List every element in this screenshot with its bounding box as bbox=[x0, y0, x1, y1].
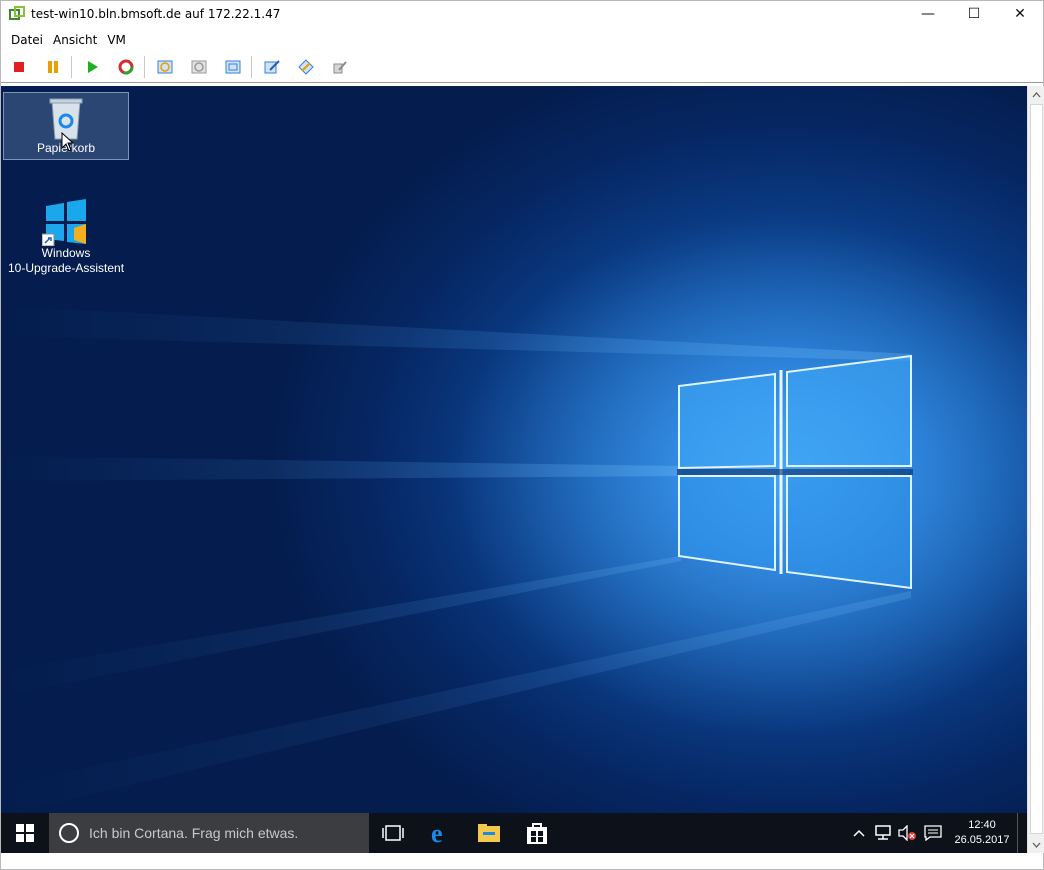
cortana-search-box[interactable]: Ich bin Cortana. Frag mich etwas. bbox=[49, 813, 369, 853]
vm-app-icon bbox=[9, 6, 25, 20]
folder-icon bbox=[478, 824, 500, 842]
minimize-button[interactable]: — bbox=[905, 1, 951, 27]
arrow-up-icon bbox=[1032, 91, 1041, 97]
svg-text:e: e bbox=[431, 821, 443, 845]
chevron-up-icon bbox=[853, 829, 865, 837]
volume-muted-icon bbox=[898, 825, 916, 841]
taskbar-edge-button[interactable]: e bbox=[417, 813, 465, 853]
network-icon bbox=[875, 825, 891, 840]
edit-settings-button[interactable] bbox=[260, 55, 284, 79]
store-icon bbox=[527, 823, 547, 844]
take-snapshot-button[interactable] bbox=[153, 55, 177, 79]
edge-icon: e bbox=[431, 821, 443, 845]
title-bar[interactable]: test-win10.bln.bmsoft.de auf 172.22.1.47… bbox=[1, 1, 1043, 27]
snapshot-manager-button[interactable] bbox=[221, 55, 245, 79]
clock-time: 12:40 bbox=[968, 819, 996, 831]
window-controls: — ☐ ✕ bbox=[905, 1, 1043, 27]
close-icon: ✕ bbox=[1014, 6, 1026, 22]
show-desktop-button[interactable] bbox=[1017, 813, 1027, 853]
reset-button[interactable] bbox=[114, 55, 138, 79]
system-tray: 12:40 26.05.2017 bbox=[847, 813, 1027, 853]
window-title: test-win10.bln.bmsoft.de auf 172.22.1.47 bbox=[31, 7, 281, 21]
menu-ansicht[interactable]: Ansicht bbox=[53, 33, 97, 47]
scroll-thumb[interactable] bbox=[1030, 104, 1043, 834]
mouse-cursor-icon bbox=[61, 132, 75, 152]
show-hidden-icons-button[interactable] bbox=[847, 813, 871, 853]
power-on-button[interactable] bbox=[80, 55, 104, 79]
desktop-wallpaper bbox=[1, 216, 1027, 816]
windows-upgrade-icon bbox=[42, 199, 86, 246]
task-view-button[interactable] bbox=[369, 813, 417, 853]
install-tools-icon bbox=[298, 59, 314, 75]
maximize-icon: ☐ bbox=[967, 6, 981, 22]
windows-logo-icon bbox=[16, 824, 34, 842]
power-off-button[interactable] bbox=[7, 55, 31, 79]
revert-snapshot-button[interactable] bbox=[187, 55, 211, 79]
vm-guest-display[interactable]: Papierkorb Windows 10-Upgrade-Assistent bbox=[1, 86, 1027, 853]
edit-settings-icon bbox=[264, 60, 280, 74]
snapshot-manager-icon bbox=[225, 60, 241, 74]
menu-bar: Datei Ansicht VM bbox=[1, 31, 126, 49]
menu-datei[interactable]: Datei bbox=[11, 33, 43, 47]
cortana-placeholder: Ich bin Cortana. Frag mich etwas. bbox=[89, 825, 299, 841]
scroll-up-button[interactable] bbox=[1028, 86, 1044, 103]
toolbar-separator bbox=[144, 56, 145, 78]
action-center-button[interactable] bbox=[919, 813, 947, 853]
taskbar-clock[interactable]: 12:40 26.05.2017 bbox=[947, 818, 1017, 848]
upgrade-assistant-label-line2: 10-Upgrade-Assistent bbox=[7, 261, 125, 275]
install-tools-button[interactable] bbox=[294, 55, 318, 79]
arrow-down-icon bbox=[1032, 842, 1041, 848]
stop-icon bbox=[14, 62, 24, 72]
toolbar-separator bbox=[251, 56, 252, 78]
scroll-down-button[interactable] bbox=[1028, 836, 1044, 853]
snapshot-icon bbox=[157, 60, 173, 74]
config-icon bbox=[333, 61, 347, 74]
taskbar: Ich bin Cortana. Frag mich etwas. e 12:4… bbox=[1, 813, 1027, 853]
clock-date: 26.05.2017 bbox=[954, 834, 1010, 846]
toolbar-divider bbox=[1, 82, 1043, 83]
start-button[interactable] bbox=[1, 813, 49, 853]
menu-vm[interactable]: VM bbox=[107, 33, 126, 47]
toolbar-separator bbox=[71, 56, 72, 78]
upgrade-assistant-label-line1: Windows bbox=[41, 246, 91, 260]
toolbar bbox=[1, 53, 1043, 81]
minimize-icon: — bbox=[921, 6, 935, 22]
notification-icon bbox=[924, 825, 942, 841]
task-view-icon bbox=[382, 825, 404, 841]
close-button[interactable]: ✕ bbox=[997, 1, 1043, 27]
play-icon bbox=[88, 61, 98, 73]
volume-tray-button[interactable] bbox=[895, 813, 919, 853]
network-tray-button[interactable] bbox=[871, 813, 895, 853]
taskbar-explorer-button[interactable] bbox=[465, 813, 513, 853]
configure-button[interactable] bbox=[328, 55, 352, 79]
pause-icon bbox=[48, 61, 58, 73]
cortana-icon bbox=[59, 823, 79, 843]
vm-console-window: test-win10.bln.bmsoft.de auf 172.22.1.47… bbox=[0, 0, 1044, 870]
revert-snapshot-icon bbox=[191, 60, 207, 74]
vertical-scrollbar[interactable] bbox=[1027, 86, 1044, 853]
maximize-button[interactable]: ☐ bbox=[951, 1, 997, 27]
desktop-icon-upgrade-assistant[interactable]: Windows 10-Upgrade-Assistent bbox=[3, 198, 129, 278]
reset-icon bbox=[118, 59, 134, 75]
taskbar-store-button[interactable] bbox=[513, 813, 561, 853]
suspend-button[interactable] bbox=[41, 55, 65, 79]
